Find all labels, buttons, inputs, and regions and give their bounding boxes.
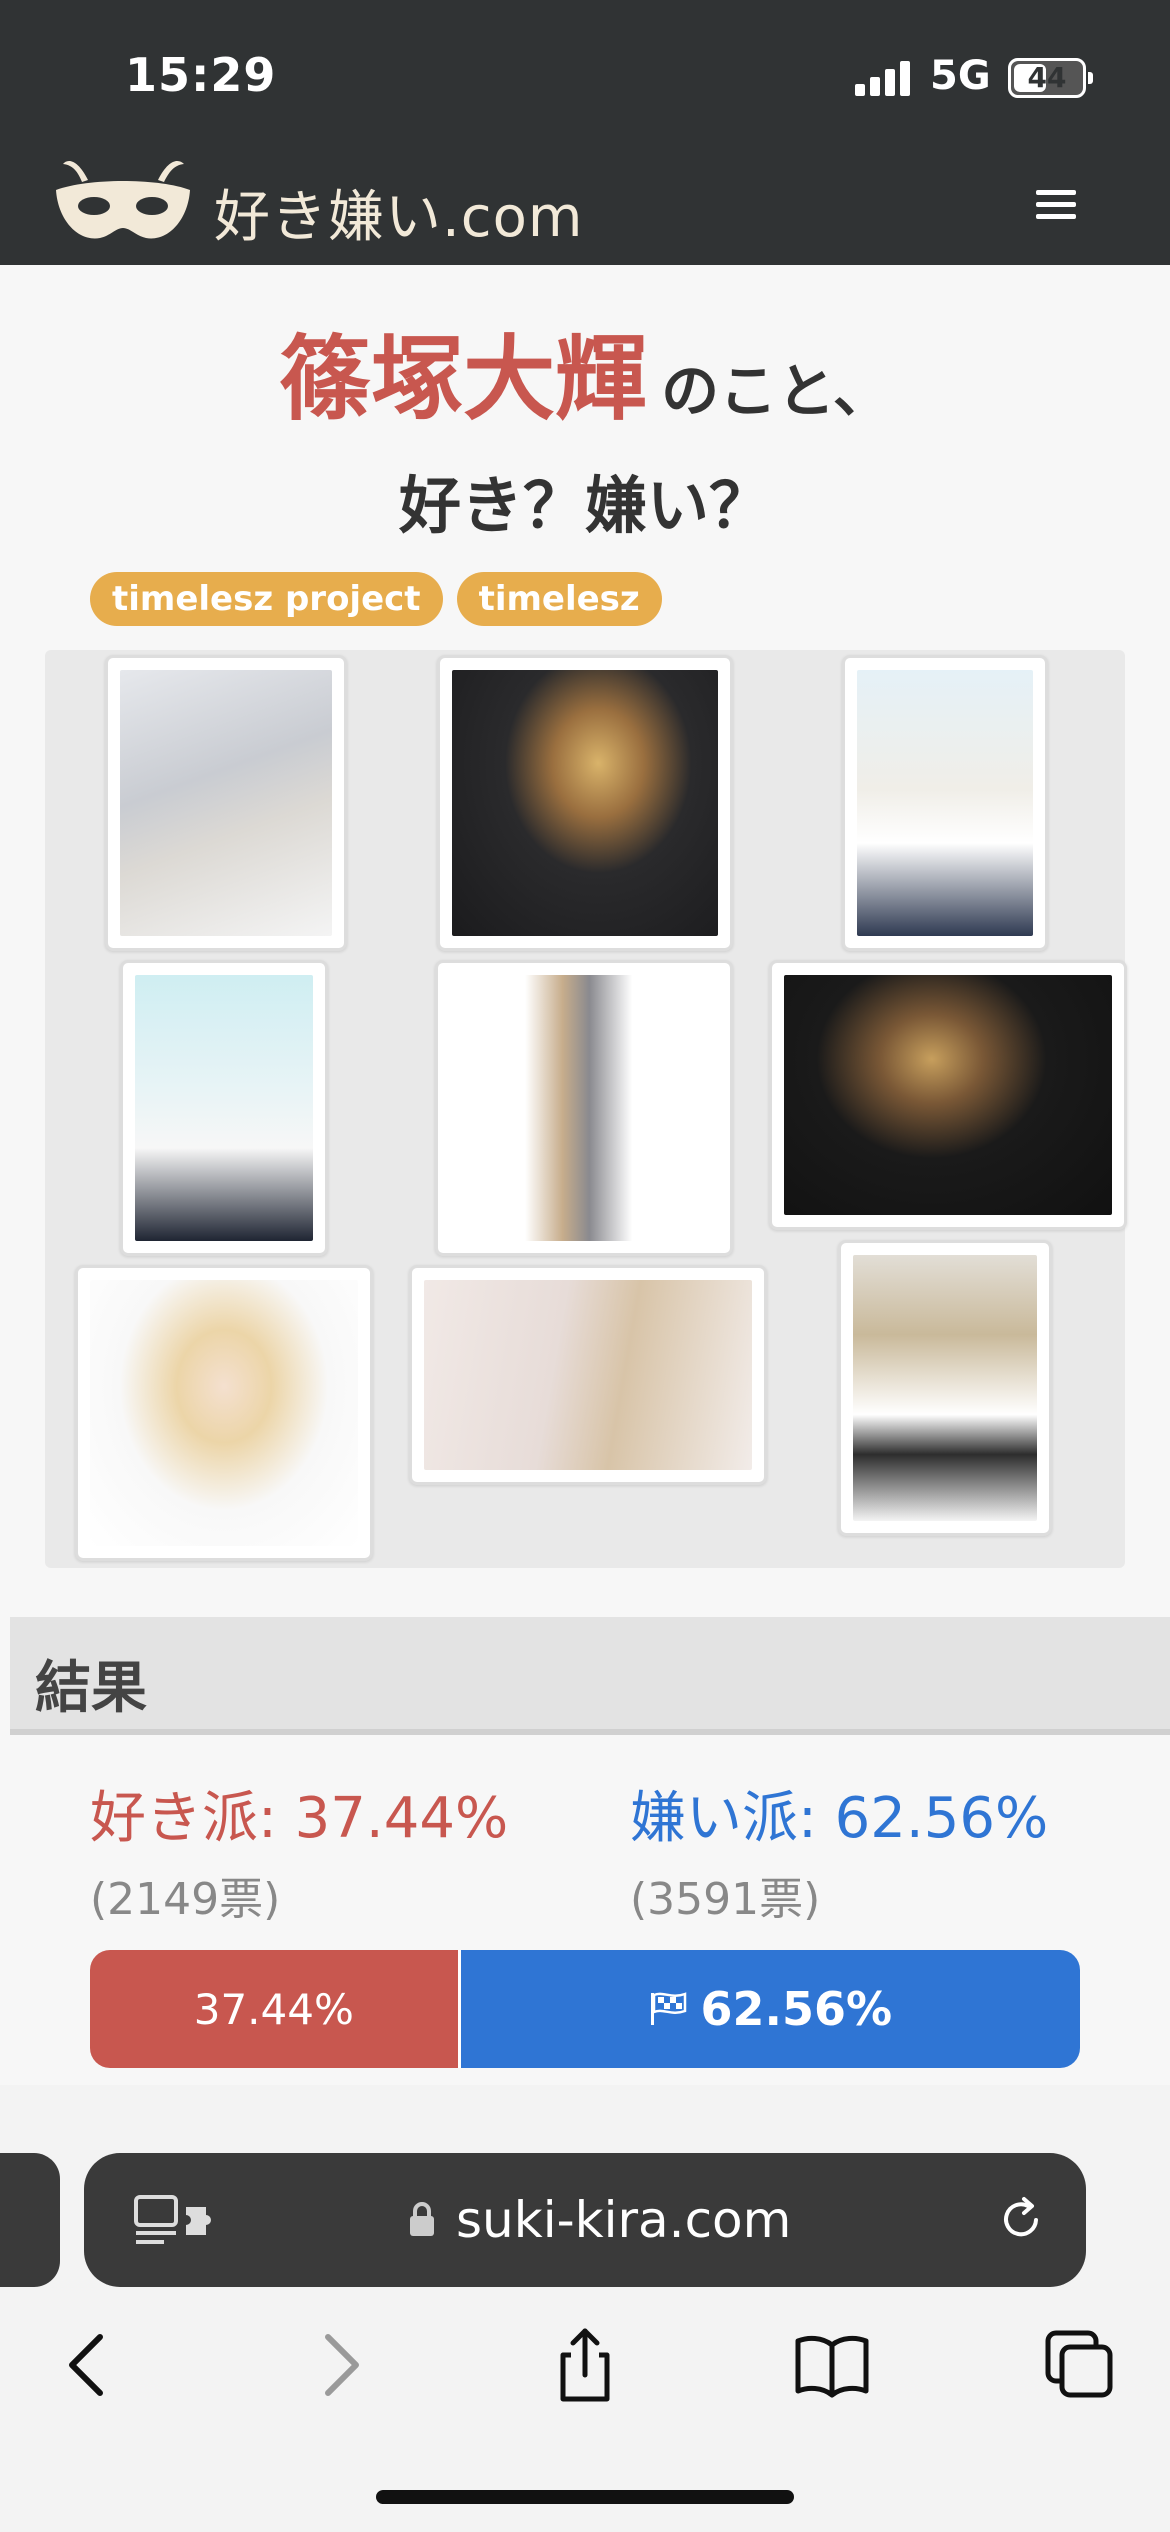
- gallery-photo[interactable]: [842, 655, 1048, 951]
- network-type: 5G: [930, 53, 991, 99]
- tag-timelesz[interactable]: timelesz: [456, 572, 662, 626]
- home-indicator: [376, 2490, 794, 2504]
- hamburger-menu-icon[interactable]: [1036, 190, 1076, 220]
- share-icon[interactable]: [545, 2325, 625, 2405]
- site-header: 好き嫌い.com: [0, 140, 1170, 265]
- url-text[interactable]: suki-kira.com: [456, 2191, 791, 2249]
- person-name: 篠塚大輝: [279, 326, 648, 433]
- dislike-bar-label: 62.56%: [700, 1982, 893, 2036]
- gallery-photo[interactable]: [75, 1265, 373, 1561]
- tag-timelesz-project[interactable]: timelesz project: [90, 572, 443, 626]
- results-title: 結果: [35, 1656, 147, 1721]
- address-bar[interactable]: suki-kira.com: [84, 2153, 1086, 2287]
- dislike-percentage: 嫌い派: 62.56%: [630, 1786, 1049, 1851]
- gallery-photo[interactable]: [437, 655, 733, 951]
- result-bar: 37.44% 62.56%: [90, 1950, 1080, 2068]
- browser-chrome: suki-kira.com: [0, 2085, 1170, 2532]
- site-logo-text[interactable]: 好き嫌い.com: [214, 172, 583, 253]
- results-header: 結果: [10, 1617, 1170, 1735]
- gallery-photo[interactable]: [409, 1265, 767, 1485]
- gallery-photo[interactable]: [769, 960, 1127, 1230]
- reader-extension-icon[interactable]: [134, 2195, 224, 2245]
- like-vote-count: (2149票): [90, 1874, 281, 1925]
- like-percentage: 好き派: 37.44%: [90, 1786, 509, 1851]
- lock-icon: [410, 2202, 434, 2236]
- dislike-vote-count: (3591票): [630, 1874, 821, 1925]
- dislike-bar-segment: 62.56%: [460, 1950, 1080, 2068]
- gallery-photo[interactable]: [838, 1240, 1052, 1536]
- gallery-photo[interactable]: [435, 960, 733, 1256]
- mask-icon[interactable]: [48, 150, 198, 255]
- page-title: 篠塚大輝 のこと、: [0, 305, 1170, 438]
- status-bar: 15:29 5G 44: [0, 0, 1170, 140]
- status-time: 15:29: [125, 48, 277, 102]
- forward-icon[interactable]: [300, 2325, 380, 2405]
- gallery-photo[interactable]: [105, 655, 347, 951]
- tag-list: timelesz project timelesz: [90, 572, 662, 626]
- bookmarks-icon[interactable]: [792, 2325, 872, 2405]
- like-bar-segment: 37.44%: [90, 1950, 461, 2068]
- tabs-icon[interactable]: [1040, 2325, 1120, 2405]
- reload-icon[interactable]: [994, 2193, 1048, 2247]
- battery-icon: 44: [1008, 58, 1093, 98]
- title-question: 好き？嫌い？: [398, 469, 771, 542]
- battery-level: 44: [1027, 61, 1067, 94]
- photo-gallery: [45, 650, 1127, 1568]
- back-icon[interactable]: [48, 2325, 128, 2405]
- like-bar-label: 37.44%: [193, 1984, 354, 2034]
- title-suffix: のこと、: [661, 357, 891, 425]
- checkered-flag-icon: [650, 1992, 686, 2025]
- previous-tab-preview[interactable]: [0, 2153, 60, 2287]
- gallery-photo[interactable]: [120, 960, 328, 1256]
- signal-icon: [855, 60, 915, 96]
